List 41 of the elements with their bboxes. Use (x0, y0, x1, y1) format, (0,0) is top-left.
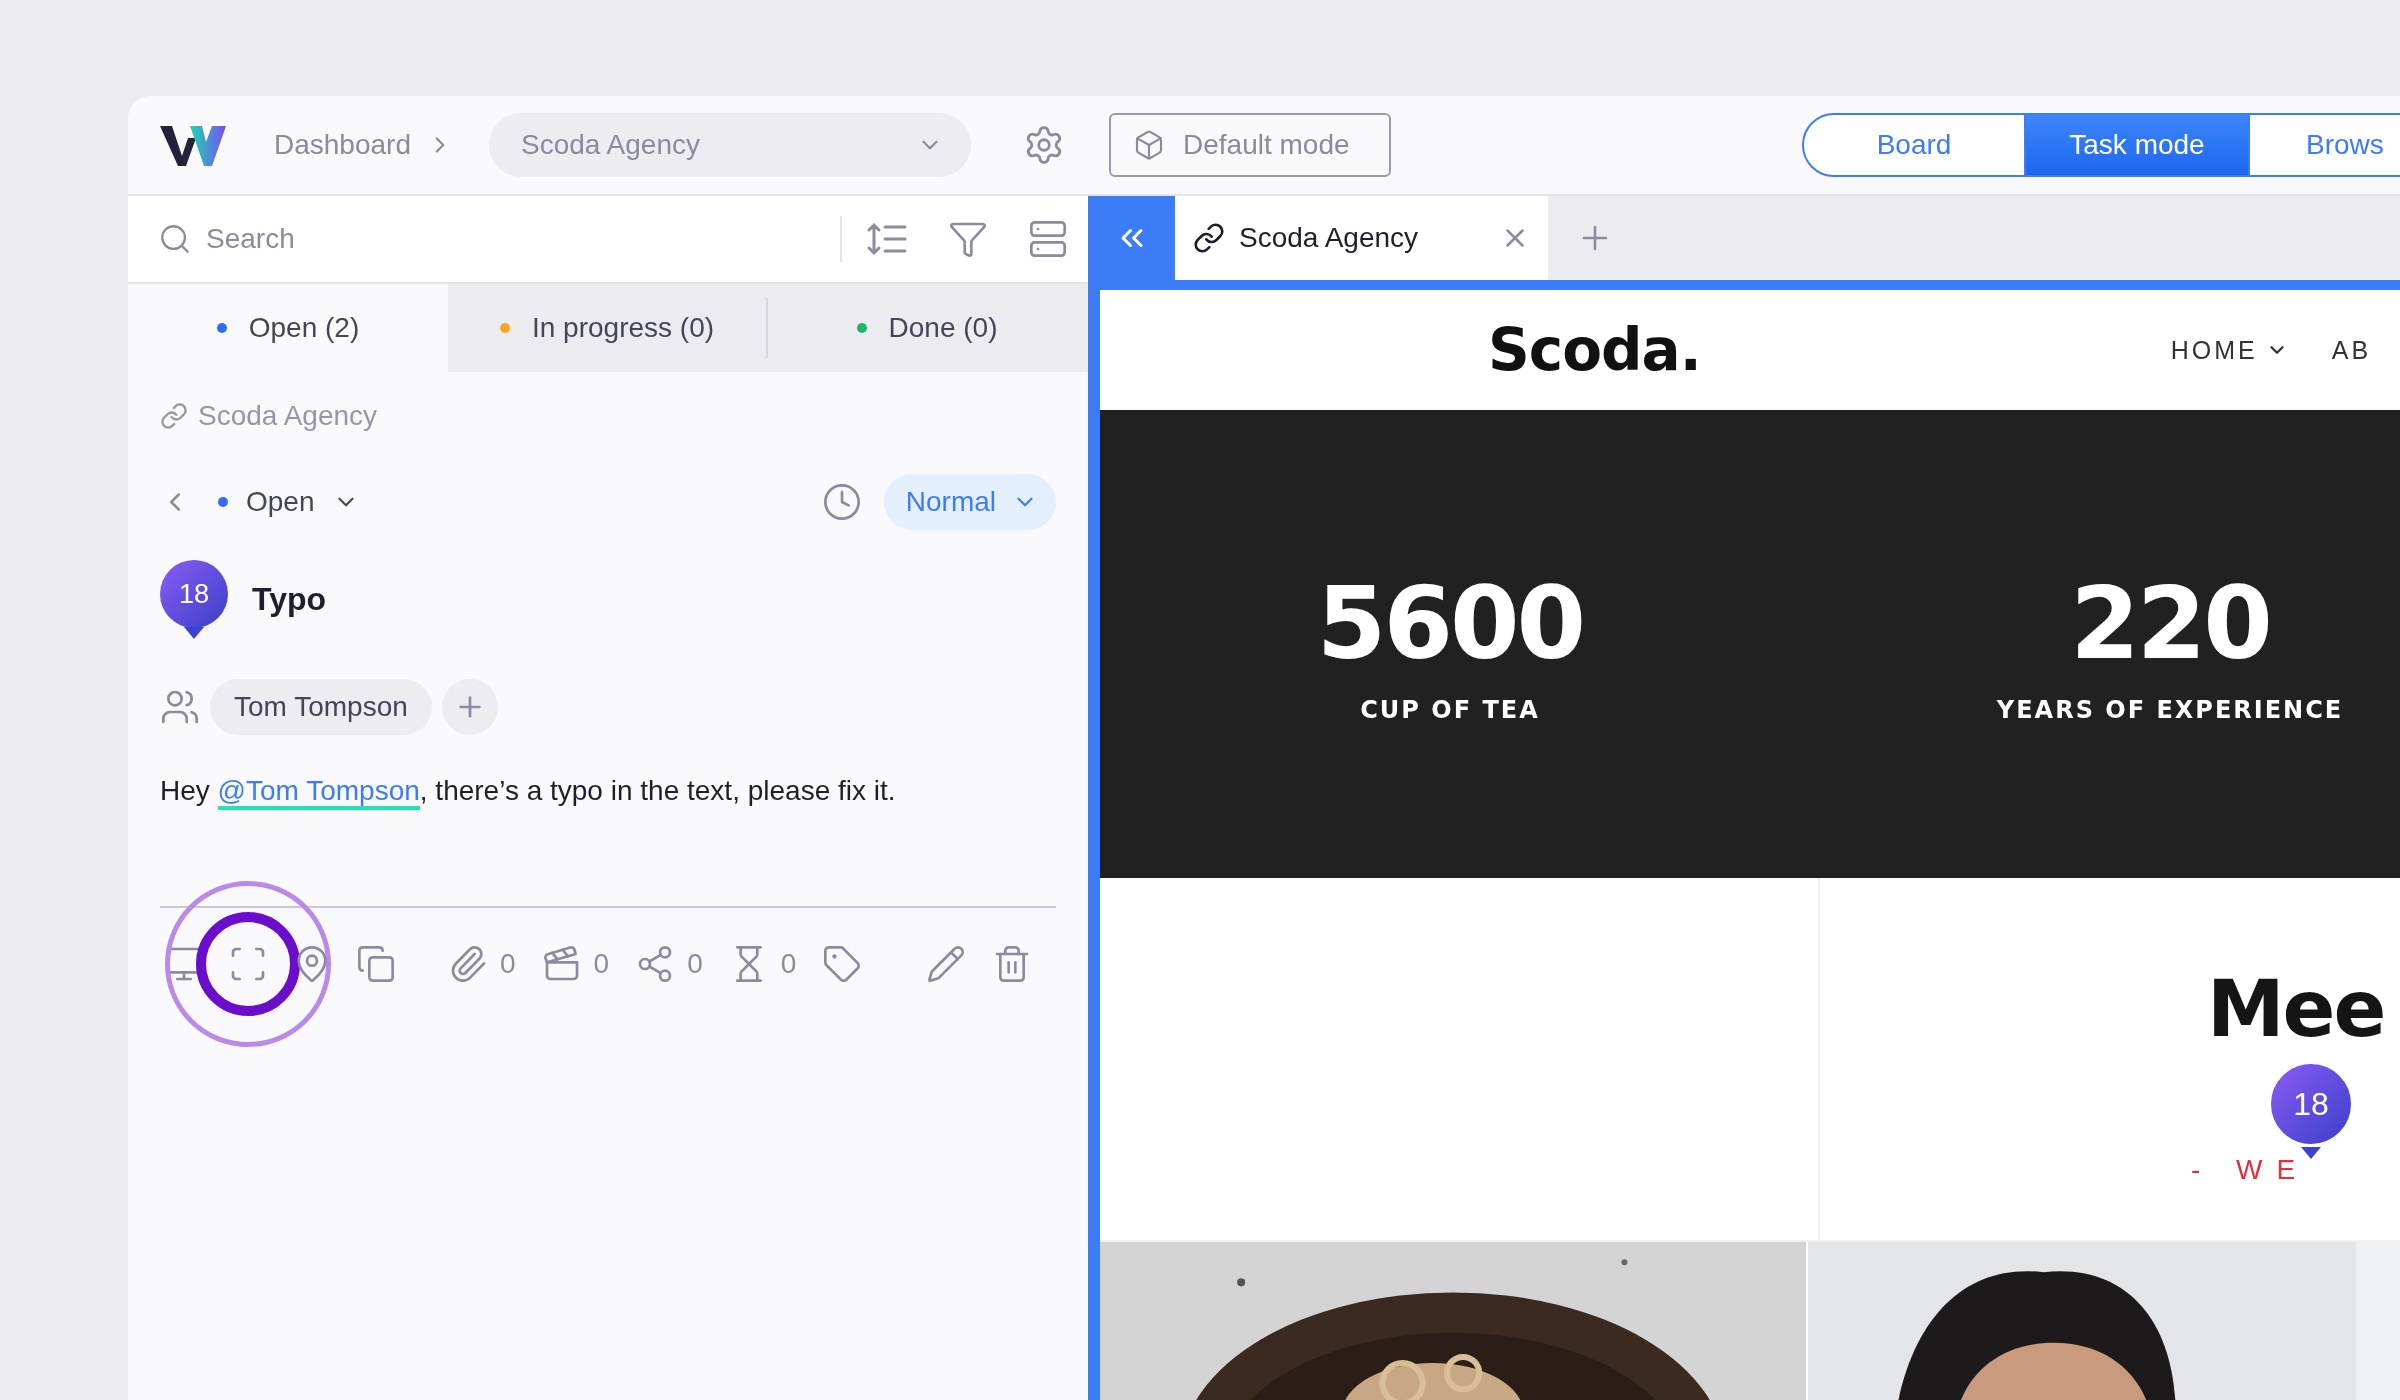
stat-label: CUP OF TEA (1360, 695, 1540, 724)
search-bar[interactable]: Search (128, 196, 840, 282)
breadcrumb-link[interactable]: Dashboard (274, 129, 411, 161)
pencil-icon[interactable] (926, 944, 967, 985)
task-number-pin: 18 (160, 560, 228, 639)
copy-icon[interactable] (356, 944, 396, 985)
view-tab[interactable]: Board (1802, 113, 2026, 177)
count-label: 0 (500, 948, 516, 981)
clock-icon[interactable] (821, 482, 862, 522)
tag-icon[interactable] (822, 944, 863, 985)
stat-value: 5600 (1316, 564, 1584, 682)
task-message: Hey @Tom Tompson, there’s a typo in the text, please fix it. (160, 771, 1056, 811)
view-tab[interactable]: Brows (2250, 113, 2400, 177)
link-icon (1193, 222, 1225, 254)
nav-link[interactable]: AB (2331, 335, 2372, 365)
assignee-chip[interactable]: Tom Tompson (210, 679, 432, 735)
mode-button[interactable]: Default mode (1109, 113, 1391, 177)
status-tab[interactable]: In progress (0) (448, 284, 766, 372)
count-label: 0 (593, 948, 610, 981)
priority-dropdown[interactable]: Normal (883, 474, 1056, 530)
site-logo[interactable]: Scoda. (1488, 316, 1701, 384)
section-heading: Mee (2207, 964, 2386, 1054)
status-dropdown[interactable]: Open (212, 485, 365, 519)
status-dot (218, 497, 228, 507)
search-icon (158, 222, 192, 256)
collapse-button[interactable] (1088, 196, 1175, 280)
stat-label: YEARS OF EXPERIENCE (1996, 695, 2344, 724)
view-tab[interactable]: Task mode (2026, 113, 2250, 177)
count-label: 0 (780, 948, 797, 981)
nav-link[interactable]: HOME (2170, 335, 2288, 365)
status-tab[interactable]: Done (0) (766, 284, 1088, 372)
search-field[interactable]: Search (204, 222, 840, 256)
stat-value: 220 (2070, 564, 2270, 682)
cube-icon (1133, 129, 1165, 161)
count-label: 0 (687, 948, 703, 981)
browser-tab[interactable]: Scoda Agency (1175, 196, 1548, 280)
link-icon (160, 402, 188, 430)
task-title: Typo (252, 581, 327, 618)
sort-icon[interactable] (866, 221, 908, 257)
mention-link[interactable]: @Tom Tompson (217, 775, 420, 810)
layout-rows-icon[interactable] (1028, 219, 1068, 259)
